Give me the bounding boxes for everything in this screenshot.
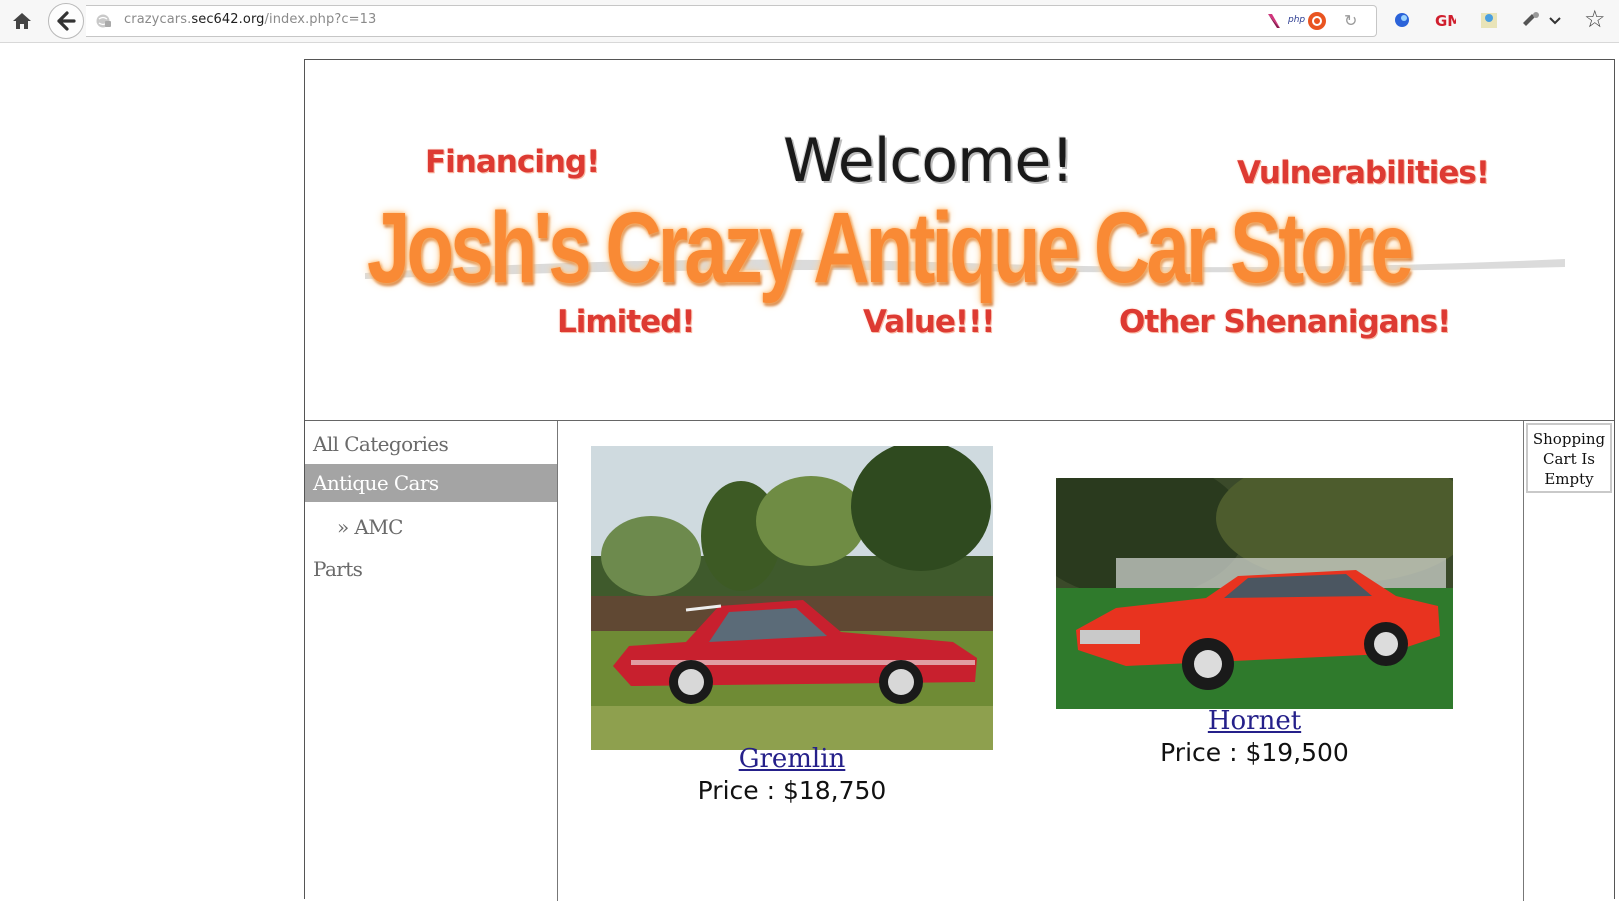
back-arrow-icon — [57, 11, 76, 31]
addon-blue-icon[interactable] — [1391, 9, 1413, 31]
product-price-hornet: Price : $19,500 — [1160, 738, 1349, 767]
nav-amc[interactable]: » AMC — [305, 508, 557, 546]
browser-toolbar: crazycars.sec642.org/index.php?c=13 php … — [0, 0, 1619, 43]
url-text[interactable]: crazycars.sec642.org/index.php?c=13 — [124, 12, 376, 27]
tagline-financing: Financing! — [425, 144, 600, 180]
product-image-hornet[interactable] — [1056, 478, 1453, 709]
store-banner: Financing! Welcome! Vulnerabilities! Jos… — [305, 60, 1614, 420]
chevron-down-icon[interactable] — [1548, 9, 1562, 31]
welcome-heading: Welcome! — [783, 126, 1075, 196]
cart-line-1: Shopping — [1532, 430, 1606, 448]
nav-antique-cars[interactable]: Antique Cars — [305, 464, 557, 502]
tagline-other-shenanigans: Other Shenanigans! — [1119, 304, 1451, 340]
nav-all-categories[interactable]: All Categories — [305, 425, 557, 463]
page-frame: Financing! Welcome! Vulnerabilities! Jos… — [304, 59, 1615, 901]
addon-ubuntu-icon[interactable] — [1308, 12, 1326, 30]
category-nav: All Categories Antique Cars » AMC Parts — [305, 421, 558, 901]
addon-feather-icon[interactable] — [1266, 12, 1282, 30]
product-link-hornet[interactable]: Hornet — [1056, 706, 1453, 736]
cart-line-2: Cart Is — [1542, 450, 1595, 468]
cart-column: Shopping Cart Is Empty — [1523, 421, 1614, 901]
site-info-icon[interactable] — [96, 13, 112, 29]
product-price-gremlin: Price : $18,750 — [697, 776, 887, 805]
bookmark-star-icon[interactable]: ☆ — [1584, 6, 1606, 32]
addon-tools-icon[interactable] — [1520, 9, 1542, 31]
tagline-value: Value!!! — [863, 304, 995, 340]
nav-parts[interactable]: Parts — [305, 550, 557, 588]
addon-gm-icon[interactable]: GM — [1434, 9, 1456, 31]
tagline-vulnerabilities: Vulnerabilities! — [1237, 155, 1490, 191]
store-name-logo: Josh's Crazy Antique Car Store — [367, 192, 1414, 304]
url-bar[interactable]: crazycars.sec642.org/index.php?c=13 php … — [86, 5, 1377, 37]
svg-text:GM: GM — [1435, 12, 1456, 30]
addon-map-icon[interactable] — [1478, 9, 1500, 31]
shopping-cart-status[interactable]: Shopping Cart Is Empty — [1526, 423, 1612, 493]
addon-php-icon[interactable]: php — [1288, 15, 1305, 25]
tagline-limited: Limited! — [557, 304, 695, 340]
reload-icon[interactable]: ↻ — [1344, 12, 1362, 30]
product-link-gremlin[interactable]: Gremlin — [591, 744, 993, 774]
back-button[interactable] — [48, 3, 84, 39]
cart-line-3: Empty — [1544, 470, 1594, 488]
product-image-gremlin[interactable] — [591, 446, 993, 750]
home-icon[interactable] — [10, 9, 34, 33]
